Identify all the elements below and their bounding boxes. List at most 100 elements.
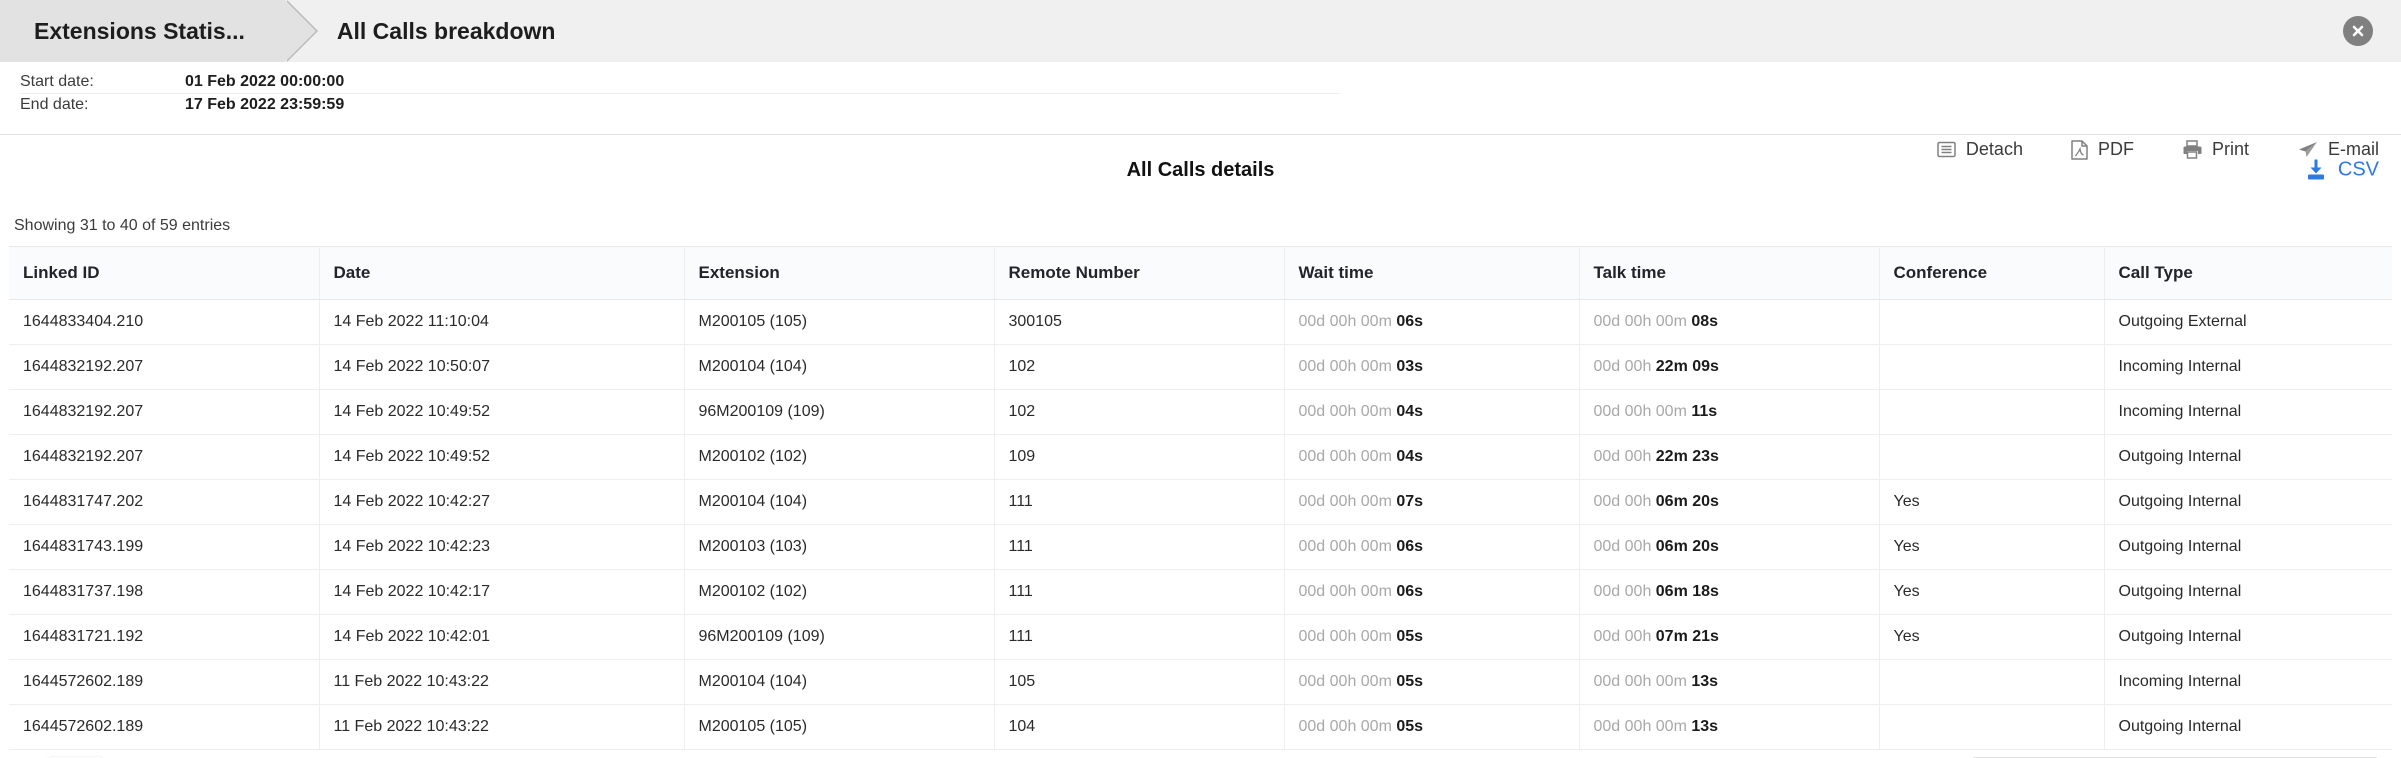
cell-call-type: Outgoing External: [2104, 299, 2392, 345]
cell-linked-id: 1644832192.207: [9, 389, 320, 435]
cell-talk-time-value: 22m 23s: [1655, 448, 1719, 465]
cell-talk-time-prefix: 00d 00h 00m: [1593, 403, 1692, 420]
cell-talk-time: 00d 00h 00m 13s: [1579, 659, 1880, 705]
end-date-label: End date:: [20, 95, 89, 113]
close-circle-icon[interactable]: [2343, 16, 2373, 46]
table-row[interactable]: 1644831737.198 14 Feb 2022 10:42:17 M20010…: [9, 569, 2392, 615]
cell-wait-time: 00d 00h 00m 05s: [1284, 614, 1580, 660]
cell-wait-time-value: 04s: [1396, 403, 1424, 420]
cell-talk-time-prefix: 00d 00h: [1593, 628, 1656, 645]
cell-wait-time-prefix: 00d 00h 00m: [1298, 628, 1397, 645]
cell-extension: M200102 (102): [684, 569, 995, 615]
table-row[interactable]: 1644832192.207 14 Feb 2022 10:50:07 M20010…: [9, 344, 2392, 390]
breadcrumb-item-all-calls-breakdown[interactable]: All Calls breakdown: [285, 0, 582, 62]
cell-date: 14 Feb 2022 10:50:07: [319, 344, 685, 390]
cell-remote-number: 111: [994, 479, 1285, 525]
cell-linked-id: 1644831721.192: [9, 614, 320, 660]
cell-linked-id: 1644832192.207: [9, 434, 320, 480]
cell-conference: [1879, 299, 2105, 345]
breadcrumb-item-extensions-statistics[interactable]: Extensions Statis...: [0, 0, 318, 62]
cell-extension: M200104 (104): [684, 659, 995, 705]
cell-remote-number: 102: [994, 389, 1285, 435]
cell-remote-number: 111: [994, 569, 1285, 615]
column-header-date[interactable]: Date: [319, 246, 685, 300]
cell-wait-time: 00d 00h 00m 06s: [1284, 524, 1580, 570]
cell-wait-time-value: 04s: [1396, 448, 1424, 465]
cell-wait-time: 00d 00h 00m 04s: [1284, 434, 1580, 480]
table-row[interactable]: 1644572602.189 11 Feb 2022 10:43:22 M20010…: [9, 659, 2392, 705]
cell-remote-number: 300105: [994, 299, 1285, 345]
cell-linked-id: 1644831743.199: [9, 524, 320, 570]
cell-linked-id: 1644572602.189: [9, 704, 320, 750]
cell-wait-time-prefix: 00d 00h 00m: [1298, 313, 1397, 330]
cell-wait-time-value: 05s: [1396, 628, 1424, 645]
column-header-wait-time[interactable]: Wait time: [1284, 246, 1580, 300]
table-row[interactable]: 1644832192.207 14 Feb 2022 10:49:52 96M200…: [9, 389, 2392, 435]
cell-wait-time-value: 06s: [1396, 313, 1424, 330]
csv-label: CSV: [2337, 158, 2379, 181]
table-row[interactable]: 1644572602.189 11 Feb 2022 10:43:22 M20010…: [9, 704, 2392, 750]
cell-date: 14 Feb 2022 10:42:23: [319, 524, 685, 570]
cell-call-type: Incoming Internal: [2104, 659, 2392, 705]
csv-export-button[interactable]: CSV: [2305, 159, 2379, 182]
cell-talk-time-prefix: 00d 00h: [1593, 538, 1656, 555]
column-header-call-type[interactable]: Call Type: [2104, 246, 2392, 300]
cell-talk-time-prefix: 00d 00h: [1593, 583, 1656, 600]
cell-talk-time-value: 22m 09s: [1655, 358, 1719, 375]
calls-table-body: 1644833404.210 14 Feb 2022 11:10:04 M20010…: [9, 299, 2392, 750]
column-header-extension[interactable]: Extension: [684, 246, 995, 300]
cell-talk-time-value: 06m 20s: [1655, 493, 1719, 510]
cell-call-type: Outgoing Internal: [2104, 479, 2392, 525]
cell-wait-time: 00d 00h 00m 06s: [1284, 569, 1580, 615]
cell-talk-time: 00d 00h 07m 21s: [1579, 614, 1880, 660]
column-header-conference[interactable]: Conference: [1879, 246, 2105, 300]
column-header-talk-time[interactable]: Talk time: [1579, 246, 1880, 300]
cell-conference: Yes: [1879, 569, 2105, 615]
table-row[interactable]: 1644833404.210 14 Feb 2022 11:10:04 M20010…: [9, 299, 2392, 345]
column-header-linked-id[interactable]: Linked ID: [9, 246, 320, 300]
cell-remote-number: 111: [994, 614, 1285, 660]
cell-linked-id: 1644832192.207: [9, 344, 320, 390]
table-row[interactable]: 1644832192.207 14 Feb 2022 10:49:52 M20010…: [9, 434, 2392, 480]
cell-extension: 96M200109 (109): [684, 389, 995, 435]
cell-talk-time: 00d 00h 22m 23s: [1579, 434, 1880, 480]
page-title: All Calls details: [1126, 158, 1275, 181]
cell-linked-id: 1644831747.202: [9, 479, 320, 525]
cell-call-type: Outgoing Internal: [2104, 569, 2392, 615]
cell-linked-id: 1644572602.189: [9, 659, 320, 705]
end-date-row: End date: 17 Feb 2022 23:59:59: [20, 94, 1340, 115]
cell-date: 14 Feb 2022 10:49:52: [319, 434, 685, 480]
cell-extension: M200102 (102): [684, 434, 995, 480]
table-row[interactable]: 1644831721.192 14 Feb 2022 10:42:01 96M200…: [9, 614, 2392, 660]
cell-wait-time-prefix: 00d 00h 00m: [1298, 583, 1397, 600]
cell-wait-time-prefix: 00d 00h 00m: [1298, 403, 1397, 420]
cell-conference: Yes: [1879, 524, 2105, 570]
cell-conference: Yes: [1879, 479, 2105, 525]
column-header-remote-number[interactable]: Remote Number: [994, 246, 1285, 300]
breadcrumb-label: Extensions Statis...: [34, 17, 245, 44]
cell-conference: [1879, 434, 2105, 480]
cell-date: 14 Feb 2022 10:42:17: [319, 569, 685, 615]
table-row[interactable]: 1644831747.202 14 Feb 2022 10:42:27 M20010…: [9, 479, 2392, 525]
cell-wait-time-value: 05s: [1396, 673, 1424, 690]
breadcrumb: Extensions Statis... All Calls breakdown: [0, 0, 2401, 62]
cell-date: 11 Feb 2022 10:43:22: [319, 704, 685, 750]
cell-conference: [1879, 389, 2105, 435]
cell-talk-time-value: 06m 18s: [1655, 583, 1719, 600]
date-range: Start date: 01 Feb 2022 00:00:00 End dat…: [0, 73, 1340, 115]
cell-talk-time-value: 06m 20s: [1655, 538, 1719, 555]
cell-talk-time: 00d 00h 00m 11s: [1579, 389, 1880, 435]
cell-extension: M200103 (103): [684, 524, 995, 570]
cell-talk-time: 00d 00h 06m 18s: [1579, 569, 1880, 615]
cell-remote-number: 109: [994, 434, 1285, 480]
cell-talk-time-value: 08s: [1691, 313, 1719, 330]
cell-talk-time: 00d 00h 00m 13s: [1579, 704, 1880, 750]
cell-date: 14 Feb 2022 10:42:01: [319, 614, 685, 660]
cell-talk-time-prefix: 00d 00h: [1593, 448, 1656, 465]
all-calls-table: Linked ID Date Extension Remote Number W…: [9, 246, 2392, 750]
cell-wait-time-prefix: 00d 00h 00m: [1298, 538, 1397, 555]
cell-talk-time: 00d 00h 06m 20s: [1579, 524, 1880, 570]
cell-wait-time: 00d 00h 00m 05s: [1284, 659, 1580, 705]
cell-extension: M200104 (104): [684, 344, 995, 390]
table-row[interactable]: 1644831743.199 14 Feb 2022 10:42:23 M20010…: [9, 524, 2392, 570]
